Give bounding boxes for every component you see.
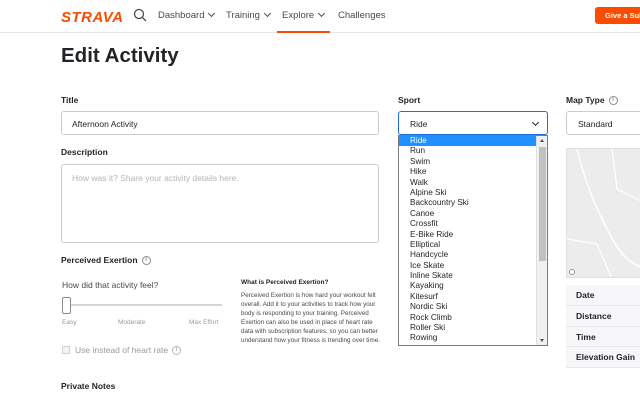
sport-option[interactable]: Handcycle (399, 250, 537, 260)
sport-dropdown-list: Ride Run Swim Hike Walk Alpine Ski Backcountry… (398, 135, 548, 346)
pe-info-title: What is Perceived Exertion? (241, 279, 329, 286)
sport-option[interactable]: Crossfit (399, 219, 537, 229)
sport-option[interactable]: Hike (399, 167, 537, 177)
exertion-slider-track[interactable] (62, 304, 222, 306)
info-icon[interactable]: i (608, 96, 618, 106)
map-roads-graphic (567, 149, 640, 277)
scrollbar-thumb[interactable] (539, 147, 546, 261)
chevron-down-icon (318, 9, 326, 18)
stat-date: Date (566, 285, 640, 306)
activity-stats: Date Distance Time Elevation Gain (566, 285, 640, 369)
sport-option[interactable]: Walk (399, 178, 537, 188)
nav-challenges[interactable]: Challenges (338, 10, 386, 33)
title-label: Title (61, 95, 79, 105)
sport-option[interactable]: Rock Climb (399, 313, 537, 323)
top-navigation: STRAVA Dashboard Training Explore Challe… (0, 0, 640, 33)
chevron-down-icon (208, 9, 216, 18)
give-subscription-button[interactable]: Give a Sub (595, 7, 640, 24)
nav-training-label: Training (226, 10, 260, 21)
map-preview[interactable] (566, 148, 640, 278)
sport-option[interactable]: Run (399, 146, 537, 156)
perceived-exertion-heading: Perceived Exertion i (61, 255, 151, 266)
sport-option[interactable]: Ice Skate (399, 261, 537, 271)
sport-option[interactable]: Canoe (399, 209, 537, 219)
nav-dashboard[interactable]: Dashboard (158, 9, 216, 33)
info-icon[interactable]: i (141, 256, 151, 266)
use-instead-of-hr-label: Use instead of heart rate (75, 345, 169, 355)
stat-elevation-gain: Elevation Gain (566, 347, 640, 369)
sport-option[interactable]: E-Bike Ride (399, 230, 537, 240)
description-label: Description (61, 147, 108, 157)
chevron-down-icon (531, 118, 540, 127)
sport-option[interactable]: Roller Ski (399, 323, 537, 333)
scroll-up-arrow-icon[interactable] (540, 139, 544, 142)
sport-option[interactable]: Inline Skate (399, 271, 537, 281)
scroll-down-arrow-icon[interactable] (540, 339, 544, 342)
perceived-exertion-label: Perceived Exertion (61, 255, 138, 265)
sport-option[interactable]: Nordic Ski (399, 302, 537, 312)
sport-options: Ride Run Swim Hike Walk Alpine Ski Backcountry… (399, 136, 537, 344)
slider-label-easy: Easy (62, 319, 77, 326)
sport-select[interactable]: Ride (398, 111, 548, 135)
stat-time: Time (566, 326, 640, 348)
map-attribution-icon[interactable] (569, 269, 575, 275)
nav-dashboard-label: Dashboard (158, 10, 205, 21)
sport-selected-value: Ride (410, 119, 428, 129)
search-icon[interactable] (133, 8, 147, 22)
sport-option[interactable]: Rowing (399, 333, 537, 343)
slider-label-max: Max Effort (189, 319, 219, 326)
sport-option[interactable]: Elliptical (399, 240, 537, 250)
nav-challenges-label: Challenges (338, 10, 386, 21)
map-type-heading: Map Type i (566, 95, 618, 106)
map-type-select[interactable]: Standard (566, 111, 640, 135)
sport-label: Sport (398, 95, 421, 105)
stat-distance: Distance (566, 305, 640, 327)
sport-option[interactable]: Kayaking (399, 281, 537, 291)
use-instead-of-hr-row: Use instead of heart rate i (75, 345, 182, 356)
use-instead-of-hr-checkbox[interactable] (62, 346, 70, 354)
map-type-label: Map Type (566, 95, 605, 105)
dropdown-scrollbar[interactable] (536, 136, 547, 345)
nav-training[interactable]: Training (226, 9, 272, 33)
slider-label-moderate: Moderate (118, 319, 146, 326)
strava-logo[interactable]: STRAVA (61, 9, 123, 26)
description-textarea[interactable]: How was it? Share your activity details … (61, 164, 379, 243)
sport-option[interactable]: Swim (399, 157, 537, 167)
info-icon[interactable]: i (172, 346, 182, 356)
sport-option[interactable]: Kitesurf (399, 292, 537, 302)
sport-option[interactable]: Ride (399, 136, 537, 147)
nav-explore[interactable]: Explore (277, 9, 330, 33)
sport-option[interactable]: Alpine Ski (399, 188, 537, 198)
sport-option[interactable]: Backcountry Ski (399, 198, 537, 208)
feel-question: How did that activity feel? (62, 280, 159, 290)
pe-info-body: Perceived Exertion is how hard your work… (241, 292, 380, 344)
title-input[interactable]: Afternoon Activity (61, 111, 379, 135)
page-title: Edit Activity (61, 44, 179, 67)
exertion-slider-handle[interactable] (62, 297, 71, 314)
nav-explore-label: Explore (282, 10, 315, 21)
private-notes-label: Private Notes (61, 381, 116, 391)
chevron-down-icon (263, 9, 272, 18)
